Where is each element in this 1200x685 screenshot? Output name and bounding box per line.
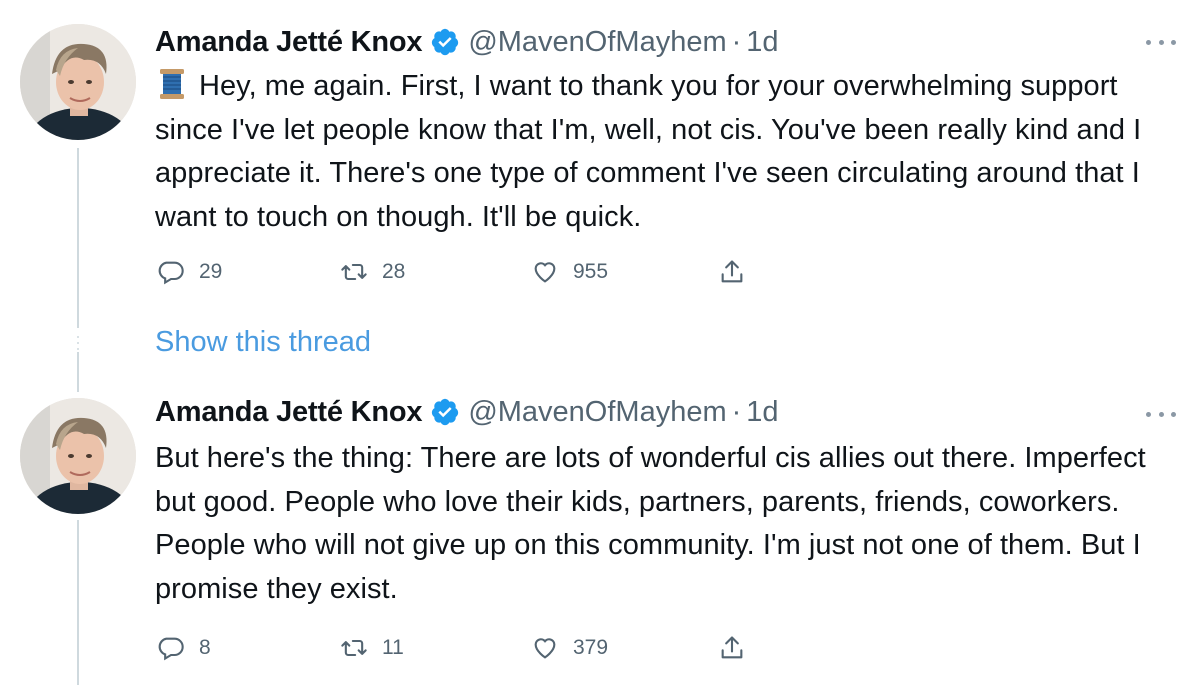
more-options-icon[interactable] — [1146, 38, 1176, 46]
author-name[interactable]: Amanda Jetté Knox — [155, 396, 423, 429]
tweet-text: Hey, me again. First, I want to thank yo… — [155, 65, 1165, 239]
heart-icon — [534, 262, 556, 283]
more-options-icon[interactable] — [1146, 410, 1176, 418]
like-button[interactable]: 379 — [531, 628, 608, 668]
like-button[interactable]: 955 — [531, 252, 608, 292]
avatar[interactable] — [20, 24, 136, 140]
avatar[interactable] — [20, 398, 136, 514]
author-name[interactable]: Amanda Jetté Knox — [155, 26, 423, 59]
reply-count: 29 — [199, 260, 223, 283]
reply-button[interactable]: 8 — [157, 628, 211, 668]
share-icon — [721, 636, 743, 659]
tweet-timestamp[interactable]: 1d — [746, 26, 778, 59]
retweet-count: 11 — [382, 636, 404, 659]
thread-spool-icon — [155, 67, 189, 101]
author-handle[interactable]: @MavenOfMayhem — [468, 26, 726, 59]
reply-count: 8 — [199, 636, 211, 659]
tweet-timestamp[interactable]: 1d — [746, 396, 778, 429]
retweet-button[interactable]: 11 — [340, 628, 404, 668]
retweet-count: 28 — [382, 260, 406, 283]
tweet-text: But here's the thing: There are lots of … — [155, 442, 1146, 605]
tweet-header: Amanda Jetté Knox @MavenOfMayhem · 1d — [155, 22, 779, 62]
verified-badge-icon — [430, 27, 460, 57]
like-count: 379 — [573, 636, 609, 659]
retweet-button[interactable]: 28 — [340, 252, 405, 292]
tweet-header: Amanda Jetté Knox @MavenOfMayhem · 1d — [155, 392, 779, 432]
tweet-actions: 8 11 379 — [155, 628, 775, 668]
retweet-icon — [341, 639, 367, 657]
share-button[interactable] — [718, 628, 746, 668]
reply-button[interactable]: 29 — [157, 252, 222, 292]
reply-icon — [158, 637, 184, 661]
like-count: 955 — [573, 260, 609, 283]
separator-dot: · — [731, 395, 742, 428]
show-thread-link[interactable]: Show this thread — [155, 326, 371, 359]
share-icon — [721, 260, 743, 283]
reply-icon — [158, 261, 184, 285]
heart-icon — [534, 638, 556, 659]
share-button[interactable] — [718, 252, 746, 292]
tweet-actions: 29 28 955 — [155, 252, 775, 292]
separator-dot: · — [731, 25, 742, 58]
verified-badge-icon — [430, 397, 460, 427]
tweet[interactable]: Amanda Jetté Knox @MavenOfMayhem · 1d Bu… — [0, 380, 1200, 685]
tweet[interactable]: Amanda Jetté Knox @MavenOfMayhem · 1d He… — [0, 0, 1200, 305]
tweet-text-content: Hey, me again. First, I want to thank yo… — [155, 70, 1142, 233]
retweet-icon — [341, 263, 367, 281]
author-handle[interactable]: @MavenOfMayhem — [468, 396, 726, 429]
